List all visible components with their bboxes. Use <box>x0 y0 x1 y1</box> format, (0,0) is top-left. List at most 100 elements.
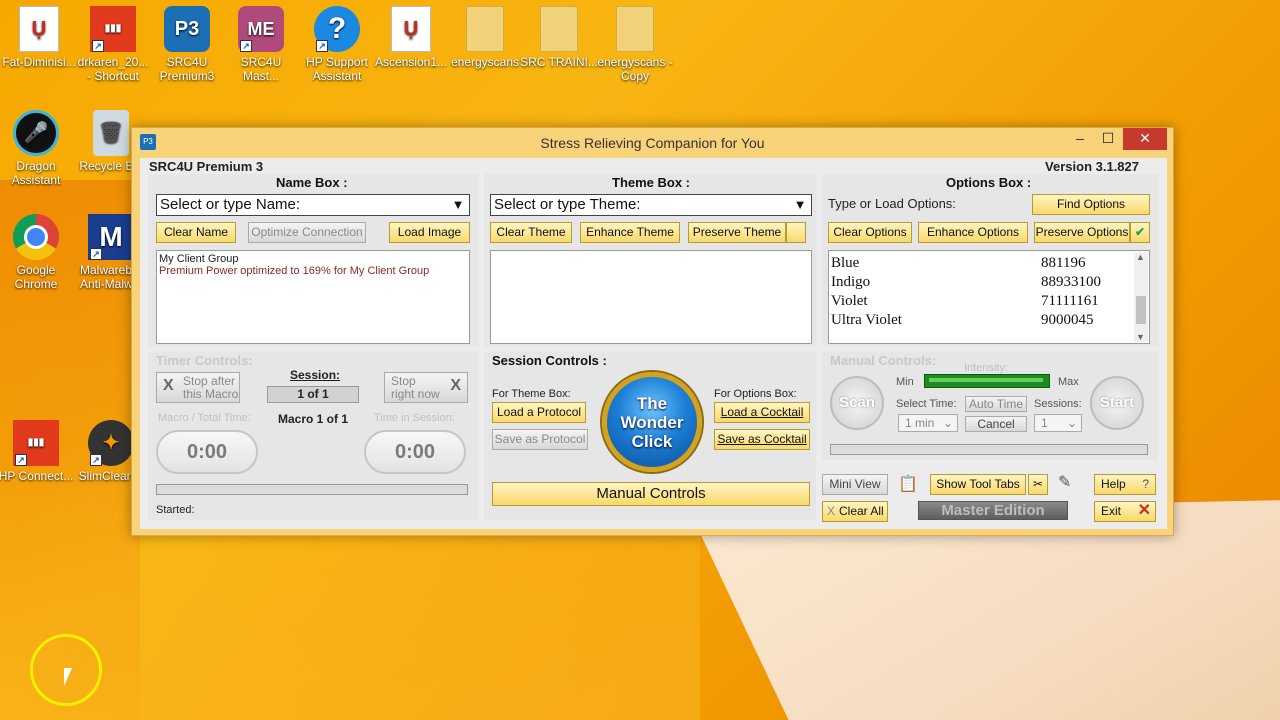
desktop-icon-label: HP Connect... <box>0 469 74 483</box>
window-client-area: SRC4U Premium 3 Version 3.1.827 Name Box… <box>140 158 1167 529</box>
manual-controls-button[interactable]: Manual Controls <box>492 482 810 506</box>
theme-text-area[interactable] <box>490 250 812 344</box>
clear-options-button[interactable]: Clear Options <box>828 222 912 243</box>
src4u-window: P3 Stress Relieving Companion for You – … <box>131 127 1174 536</box>
desktop-icon[interactable]: energyscans <box>446 6 524 69</box>
malwarebytes-icon: M ↗ <box>88 214 134 260</box>
wonder-line: The <box>636 394 668 413</box>
tools-icon[interactable]: ✂ <box>1028 474 1048 495</box>
wonder-line: Wonder <box>620 413 684 432</box>
title-bar[interactable]: P3 Stress Relieving Companion for You – … <box>132 128 1173 158</box>
clear-theme-button[interactable]: Clear Theme <box>490 222 572 243</box>
intensity-slider[interactable] <box>924 374 1050 388</box>
enhance-options-button[interactable]: Enhance Options <box>918 222 1028 243</box>
find-options-button[interactable]: Find Options <box>1032 194 1150 215</box>
sessions-label: Sessions: <box>1034 398 1082 410</box>
shortcut-arrow-icon: ↗ <box>92 40 104 52</box>
list-item[interactable]: Violet 71111161 <box>831 293 1121 310</box>
desktop-icon[interactable]: energyscans - Copy <box>596 6 674 83</box>
cancel-button[interactable]: Cancel <box>965 416 1027 432</box>
enhance-theme-button[interactable]: Enhance Theme <box>580 222 680 243</box>
save-cocktail-button[interactable]: Save as Cocktail <box>714 429 810 450</box>
name-combo[interactable]: Select or type Name: ▼ <box>156 194 470 216</box>
scrollbar-thumb[interactable] <box>1136 296 1146 324</box>
select-time-label: Select Time: <box>896 398 957 410</box>
options-box-title: Options Box : <box>946 175 1032 190</box>
edit-document-icon[interactable]: ✎ <box>1058 472 1078 492</box>
clear-name-button[interactable]: Clear Name <box>156 222 236 243</box>
shortcut-arrow-icon: ↗ <box>15 454 27 466</box>
option-value: 881196 <box>1041 255 1086 271</box>
help-button[interactable]: Help ? <box>1094 474 1156 495</box>
wonder-click-button[interactable]: The Wonder Click <box>602 372 702 472</box>
clear-x-icon: X <box>827 504 836 518</box>
exit-button[interactable]: Exit ✕ <box>1094 501 1156 522</box>
desktop-icon[interactable]: Ụ Fat-Diminisi... <box>0 6 78 69</box>
load-cocktail-button[interactable]: Load a Cocktail <box>714 402 810 423</box>
sessions-select[interactable]: 1 ⌄ <box>1034 414 1082 432</box>
manual-progress-bar <box>830 444 1148 455</box>
mouse-pointer-icon <box>64 668 72 686</box>
notes-icon[interactable]: 📋 <box>898 474 918 494</box>
time-select-value: 1 min <box>905 416 935 430</box>
stop-x-icon: X <box>450 377 461 394</box>
mini-view-button[interactable]: Mini View <box>822 474 888 495</box>
theme-combo[interactable]: Select or type Theme: ▼ <box>490 194 812 216</box>
me-icon: ME ↗ <box>238 6 284 52</box>
macro-time-display: 0:00 <box>156 430 258 474</box>
close-button[interactable]: ✕ <box>1123 128 1167 150</box>
optimize-connection-button[interactable]: Optimize Connection <box>248 222 366 243</box>
scan-button[interactable]: Scan <box>830 376 884 430</box>
list-item[interactable]: Indigo 88933100 <box>831 274 1121 291</box>
desktop-icon[interactable]: ME ↗ SRC4U Mast... <box>222 6 300 83</box>
master-edition-button[interactable]: Master Edition <box>918 501 1068 520</box>
load-protocol-button[interactable]: Load a Protocol <box>492 402 586 423</box>
timer-controls-panel: Timer Controls: X Stop after this Macro … <box>148 352 478 520</box>
option-value: 9000045 <box>1041 312 1094 328</box>
save-protocol-button[interactable]: Save as Protocol <box>492 429 588 450</box>
checkmark-icon[interactable]: ✔ <box>1130 222 1150 243</box>
manual-controls-panel: Manual Controls: Intensity: Min Max Scan… <box>822 352 1158 460</box>
desktop-icon[interactable]: ? ↗ HP Support Assistant <box>298 6 376 83</box>
list-item[interactable]: Ultra Violet 9000045 <box>831 312 1121 329</box>
shortcut-arrow-icon: ↗ <box>90 248 102 260</box>
slider-track <box>929 378 1043 382</box>
sessions-select-value: 1 <box>1041 416 1048 430</box>
desktop-icon-label: drkaren_20... - Shortcut <box>77 55 149 83</box>
list-item[interactable]: Blue 881196 <box>831 255 1121 272</box>
minimize-button[interactable]: – <box>1065 128 1095 150</box>
dropdown-arrow-icon[interactable]: ▼ <box>791 197 809 213</box>
chrome-icon <box>13 214 59 260</box>
desktop-icon[interactable]: ▮▮▮ ↗ drkaren_20... - Shortcut <box>74 6 152 83</box>
desktop-icon[interactable]: 🎤 Dragon Assistant <box>0 110 75 187</box>
desktop-icon[interactable]: ▮▮▮ ↗ HP Connect... <box>0 420 75 483</box>
timer-progress-bar <box>156 484 468 495</box>
preserve-options-button[interactable]: Preserve Options <box>1034 222 1130 243</box>
for-options-label: For Options Box: <box>714 388 797 400</box>
scroll-down-icon[interactable]: ▼ <box>1136 332 1145 342</box>
stop-after-macro-button[interactable]: X Stop after this Macro <box>156 372 240 403</box>
load-image-button[interactable]: Load Image <box>389 222 470 243</box>
desktop-icon[interactable]: P3 SRC4U Premium3 <box>148 6 226 83</box>
theme-check-button[interactable] <box>786 222 806 243</box>
name-text-area[interactable]: My Client Group Premium Power optimized … <box>156 250 470 344</box>
desktop-icon[interactable]: Google Chrome <box>0 214 75 291</box>
auto-time-button[interactable]: Auto Time <box>965 396 1027 412</box>
clear-all-button[interactable]: X Clear All <box>822 501 888 522</box>
time-select[interactable]: 1 min ⌄ <box>898 414 958 432</box>
show-tool-tabs-button[interactable]: Show Tool Tabs <box>930 474 1026 495</box>
scroll-up-icon[interactable]: ▲ <box>1136 252 1145 262</box>
desktop-icon[interactable]: Ụ Ascension1... <box>372 6 450 69</box>
desktop-icon-label: SRC4U Mast... <box>240 55 282 83</box>
options-list[interactable]: Blue 881196 Indigo 88933100 Violet 71111… <box>828 250 1150 344</box>
stop-right-now-button[interactable]: Stop right now X <box>384 372 468 403</box>
start-button[interactable]: Start <box>1090 376 1144 430</box>
maximize-button[interactable]: ☐ <box>1093 128 1123 150</box>
dropdown-arrow-icon[interactable]: ▼ <box>449 197 467 213</box>
manual-controls-title: Manual Controls: <box>830 353 937 368</box>
shortcut-arrow-icon: ↗ <box>240 40 252 52</box>
option-value: 88933100 <box>1041 274 1101 290</box>
preserve-theme-button[interactable]: Preserve Theme <box>688 222 786 243</box>
options-scrollbar[interactable]: ▲ ▼ <box>1134 252 1148 342</box>
desktop-icon[interactable]: SRC TRAINI... <box>520 6 598 69</box>
